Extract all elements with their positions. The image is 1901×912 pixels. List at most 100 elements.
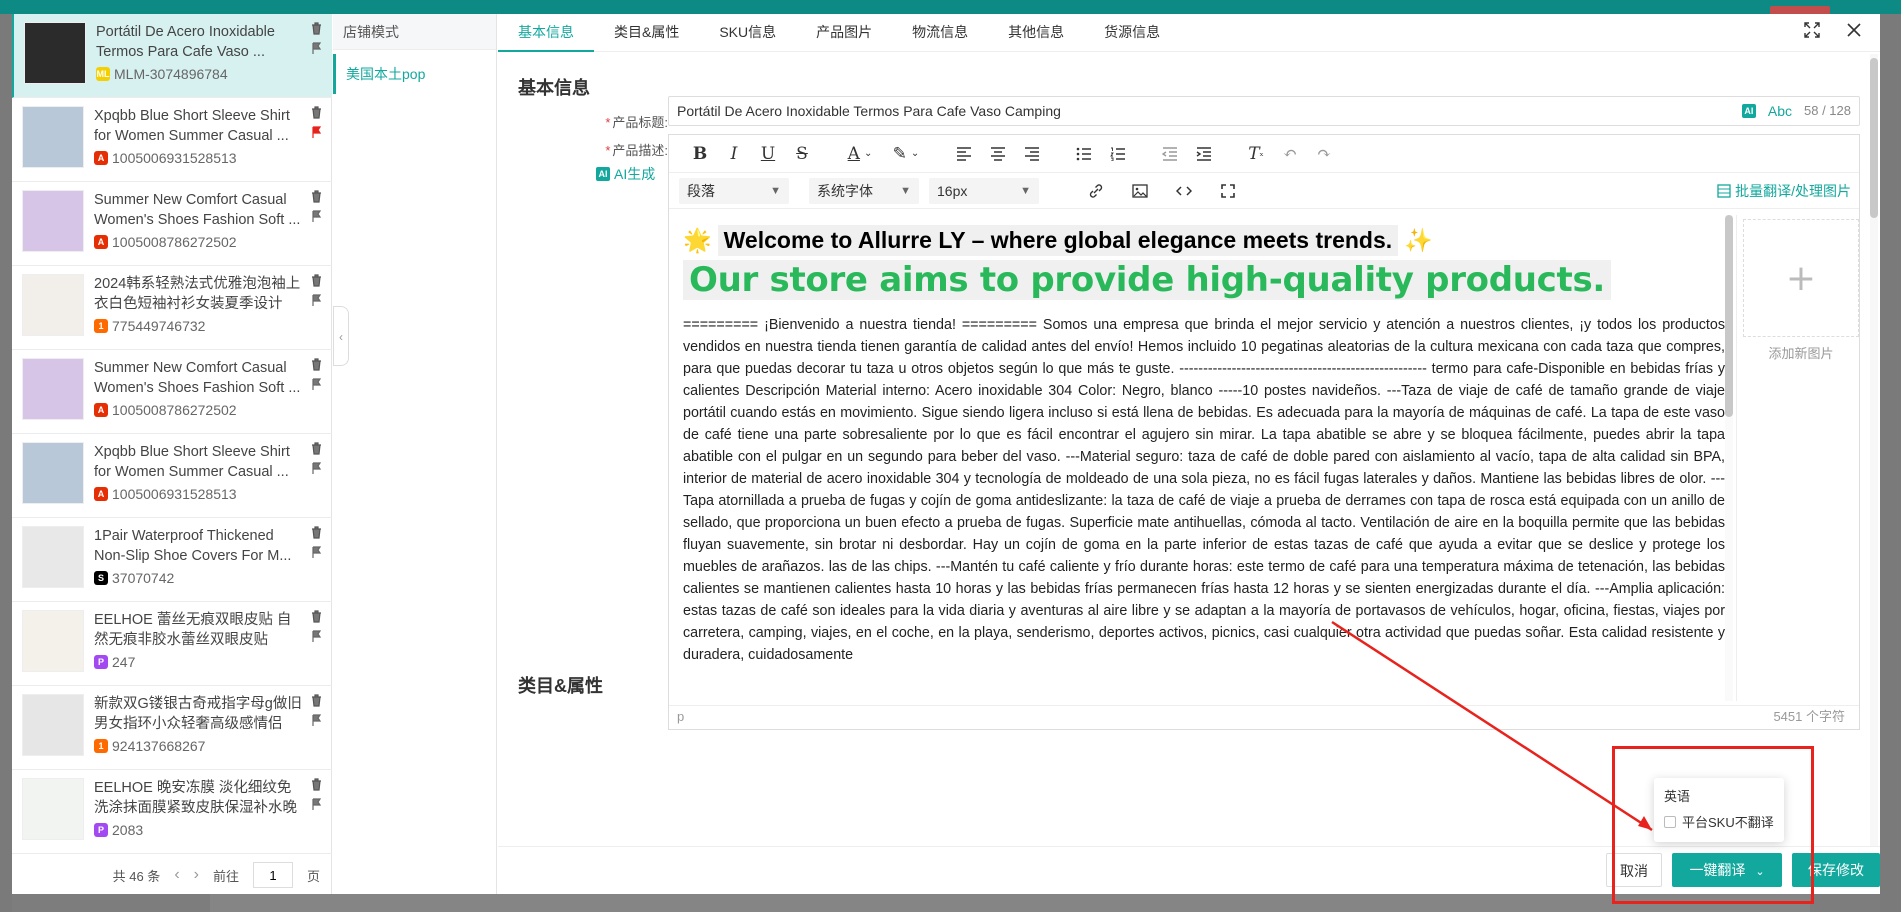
trash-icon[interactable]: [311, 694, 322, 707]
pagination: 共 46 条 ‹ › 前往 页: [12, 856, 332, 894]
add-image-button[interactable]: +: [1743, 219, 1859, 337]
title-label: * 产品标题:: [605, 115, 668, 130]
align-center-icon[interactable]: [981, 140, 1015, 168]
trash-icon[interactable]: [311, 778, 322, 791]
abc-case-button[interactable]: Abc: [1768, 97, 1792, 125]
underline-icon[interactable]: U: [751, 140, 785, 168]
product-list-item[interactable]: Portátil De Acero Inoxidable Termos Para…: [12, 14, 332, 98]
numbered-list-icon[interactable]: [1101, 140, 1135, 168]
editor-scrollbar[interactable]: [1725, 215, 1733, 701]
product-title: Summer New Comfort Casual Women's Shoes …: [94, 360, 301, 396]
batch-translate-button[interactable]: 批量翻译/处理图片: [1717, 181, 1851, 201]
add-image-label: 添加新图片: [1768, 346, 1834, 361]
trash-icon[interactable]: [311, 358, 322, 371]
clear-format-icon[interactable]: Tₓ: [1239, 140, 1273, 168]
trash-icon[interactable]: [311, 610, 322, 623]
store-panel: 店铺模式 美国本土pop: [333, 14, 497, 894]
product-thumbnail: [22, 274, 84, 336]
flag-icon[interactable]: [311, 714, 322, 727]
align-left-icon[interactable]: [947, 140, 981, 168]
main-scrollbar[interactable]: [1870, 54, 1878, 894]
tab-6[interactable]: 货源信息: [1084, 14, 1180, 52]
redo-icon[interactable]: ↷: [1307, 140, 1341, 168]
ai-title-icon[interactable]: AI: [1741, 104, 1756, 118]
pinduoduo-icon: P: [94, 823, 108, 837]
flag-icon[interactable]: [311, 546, 322, 559]
indent-icon[interactable]: [1187, 140, 1221, 168]
tab-3[interactable]: 产品图片: [796, 14, 892, 52]
code-icon[interactable]: [1167, 177, 1201, 205]
undo-icon[interactable]: ↶: [1273, 140, 1307, 168]
sparkle-emoji: ✨: [1404, 227, 1433, 253]
product-list-item[interactable]: 1Pair Waterproof Thickened Non-Slip Shoe…: [12, 518, 332, 602]
trash-icon[interactable]: [311, 106, 322, 119]
trash-icon[interactable]: [311, 274, 322, 287]
product-title: 新款双G镂银古奇戒指字母g做旧男女指环小众轻奢高级感情侣对...: [94, 696, 302, 732]
tab-2[interactable]: SKU信息: [699, 14, 796, 52]
flag-icon[interactable]: [311, 210, 322, 223]
product-list-item[interactable]: Summer New Comfort Casual Women's Shoes …: [12, 182, 332, 266]
product-id: 1 775449746732: [94, 318, 205, 334]
product-list-item[interactable]: EELHOE 晚安冻膜 淡化细纹免洗涂抹面膜紧致皮肤保湿补水晚霜 P2083: [12, 770, 332, 854]
highlight-icon[interactable]: ✎ ⌄: [883, 140, 929, 168]
paragraph-select[interactable]: 段落 ▼: [679, 177, 789, 204]
flag-icon[interactable]: [311, 378, 322, 391]
flag-icon[interactable]: [311, 126, 322, 139]
font-color-icon[interactable]: A ⌄: [837, 140, 883, 168]
product-list-item[interactable]: Xpqbb Blue Short Sleeve Shirt for Women …: [12, 434, 332, 518]
image-icon[interactable]: [1123, 177, 1157, 205]
flag-icon[interactable]: [311, 798, 322, 811]
product-list-item[interactable]: Summer New Comfort Casual Women's Shoes …: [12, 350, 332, 434]
link-icon[interactable]: [1079, 177, 1113, 205]
store-item-us-pop[interactable]: 美国本土pop: [333, 54, 496, 94]
trash-icon[interactable]: [311, 442, 322, 455]
italic-icon[interactable]: I: [717, 140, 751, 168]
product-id: ML MLM-3074896784: [96, 66, 228, 82]
align-right-icon[interactable]: [1015, 140, 1049, 168]
trash-icon[interactable]: [311, 22, 322, 35]
next-page-icon[interactable]: ›: [194, 866, 199, 884]
product-thumbnail: [22, 610, 84, 672]
bold-icon[interactable]: B: [683, 140, 717, 168]
outdent-icon[interactable]: [1153, 140, 1187, 168]
close-icon[interactable]: [1846, 22, 1862, 38]
flag-icon[interactable]: [311, 294, 322, 307]
product-list-item[interactable]: 新款双G镂银古奇戒指字母g做旧男女指环小众轻奢高级感情侣对... 19241376…: [12, 686, 332, 770]
font-family-select[interactable]: 系统字体 ▼: [809, 177, 919, 204]
tab-4[interactable]: 物流信息: [892, 14, 988, 52]
flag-icon[interactable]: [311, 462, 322, 475]
page-input[interactable]: [252, 862, 293, 888]
flag-icon[interactable]: [311, 42, 322, 55]
product-id: P 247: [94, 654, 135, 670]
bullet-list-icon[interactable]: [1067, 140, 1101, 168]
prev-page-icon[interactable]: ‹: [174, 866, 179, 884]
1688-icon: 1: [94, 319, 108, 333]
tab-0[interactable]: 基本信息: [498, 14, 594, 52]
ai-generate-button[interactable]: AI AI生成: [596, 164, 655, 184]
tab-1[interactable]: 类目&属性: [594, 14, 699, 52]
product-title: Xpqbb Blue Short Sleeve Shirt for Women …: [94, 108, 290, 144]
product-list-item[interactable]: 2024韩系轻熟法式优雅泡泡袖上衣白色短袖衬衫女装夏季设计感... 1775449…: [12, 266, 332, 350]
editor-content[interactable]: 🌟 Welcome to Allurre LY – where global e…: [683, 215, 1725, 701]
product-id: A 1005006931528513: [94, 150, 237, 166]
tab-5[interactable]: 其他信息: [988, 14, 1084, 52]
font-size-select[interactable]: 16px ▼: [929, 177, 1039, 204]
strikethrough-icon[interactable]: S: [785, 140, 819, 168]
image-panel: + 添加新图片: [1736, 215, 1859, 701]
product-thumbnail: [22, 778, 84, 840]
trash-icon[interactable]: [311, 526, 322, 539]
editor-fullscreen-icon[interactable]: [1211, 177, 1245, 205]
trash-icon[interactable]: [311, 190, 322, 203]
product-thumbnail: [22, 106, 84, 168]
product-title: Portátil De Acero Inoxidable Termos Para…: [96, 24, 275, 60]
product-title: 2024韩系轻熟法式优雅泡泡袖上衣白色短袖衬衫女装夏季设计感...: [94, 276, 301, 312]
fullscreen-icon[interactable]: [1804, 22, 1820, 38]
product-id: P 2083: [94, 822, 143, 838]
collapse-sidebar-button[interactable]: ‹: [333, 306, 349, 366]
product-list-item[interactable]: Xpqbb Blue Short Sleeve Shirt for Women …: [12, 98, 332, 182]
product-title-input[interactable]: Portátil De Acero Inoxidable Termos Para…: [668, 96, 1860, 126]
product-title: EELHOE 晚安冻膜 淡化细纹免洗涂抹面膜紧致皮肤保湿补水晚霜: [94, 780, 297, 816]
flag-icon[interactable]: [311, 630, 322, 643]
product-title: 1Pair Waterproof Thickened Non-Slip Shoe…: [94, 528, 292, 564]
product-list-item[interactable]: EELHOE 蕾丝无痕双眼皮贴 自然无痕非胶水蕾丝双眼皮贴 P 247: [12, 602, 332, 686]
